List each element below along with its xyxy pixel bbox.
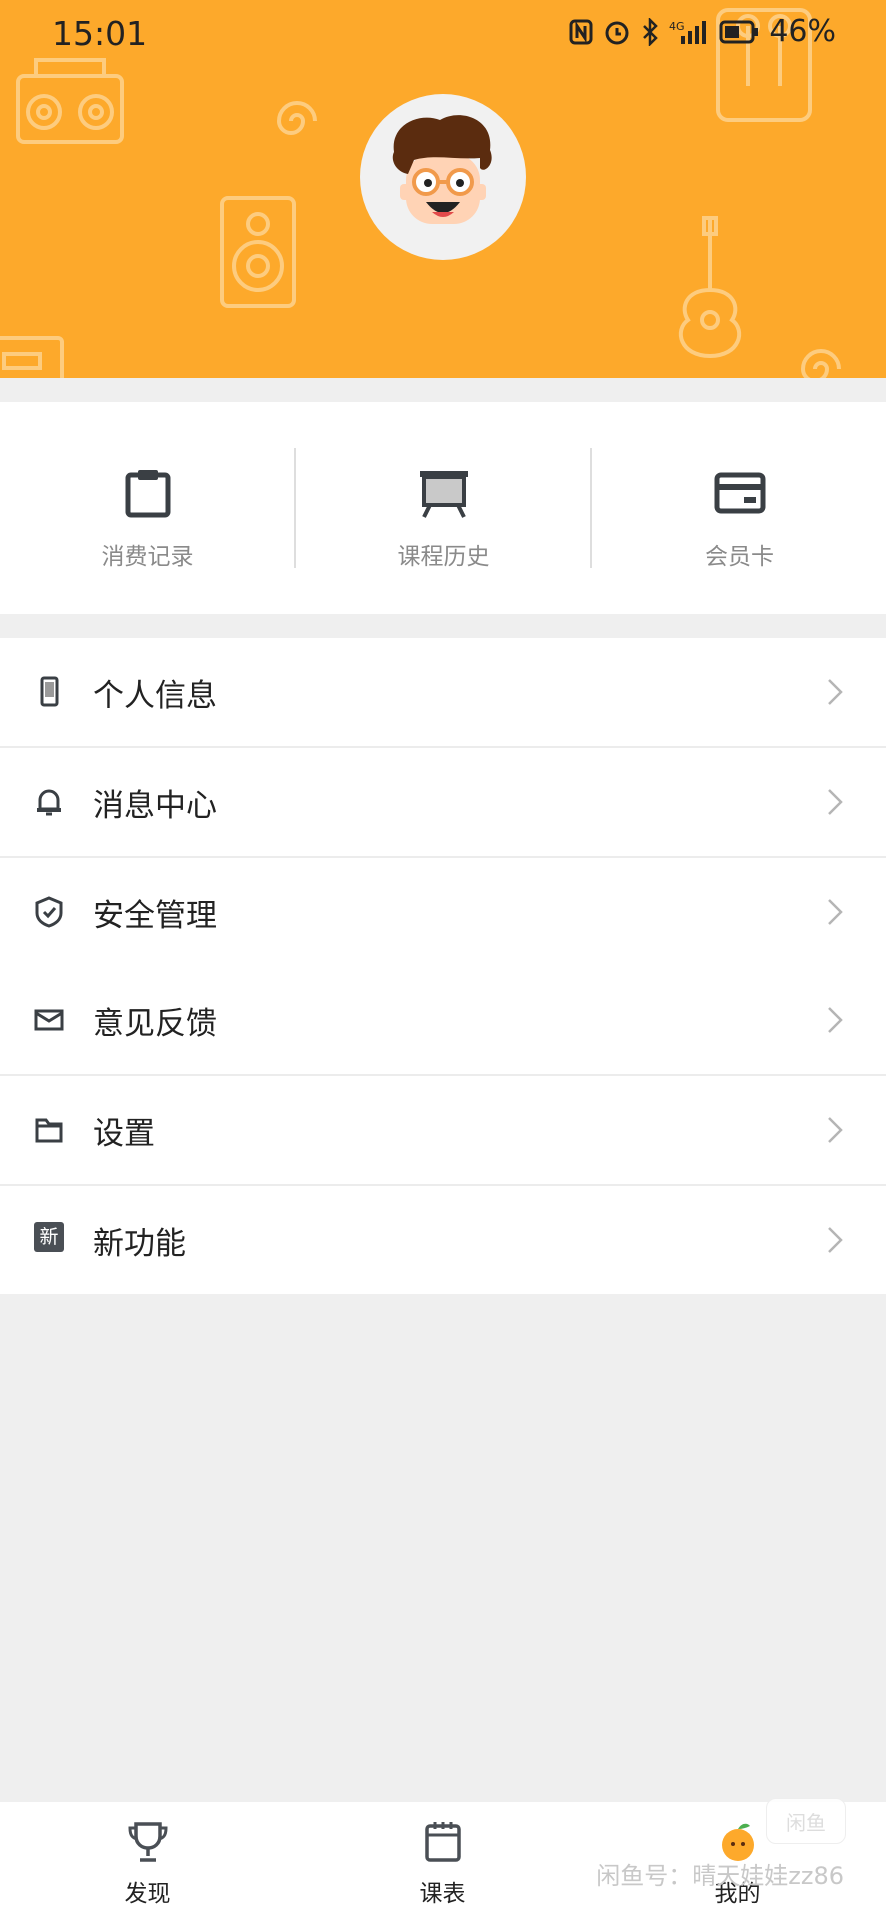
cartoon-avatar-icon <box>392 115 492 224</box>
battery-percent: 46% <box>769 14 836 49</box>
menu-label: 安全管理 <box>93 897 217 934</box>
menu-item-settings[interactable]: 设置 <box>0 1076 886 1186</box>
tab-label: 发现 <box>124 1881 171 1907</box>
signal-icon: 4G <box>669 20 707 44</box>
menu-item-personal-info[interactable]: 个人信息 <box>0 638 886 748</box>
chevron-right-icon <box>828 1227 843 1253</box>
chevron-right-icon <box>828 1007 843 1033</box>
quick-consumption-records[interactable]: 消费记录 <box>0 402 295 614</box>
tab-discover[interactable]: 发现 <box>0 1802 295 1920</box>
quick-label: 课程历史 <box>397 544 490 570</box>
tab-schedule[interactable]: 课表 <box>295 1802 590 1920</box>
envelope-icon <box>34 1009 64 1031</box>
bell-icon <box>37 789 61 816</box>
tab-label: 课表 <box>419 1881 466 1907</box>
watermark-text: 闲鱼号：晴天娃娃zz86 <box>596 1862 844 1890</box>
folder-icon <box>35 1118 63 1143</box>
quick-label: 消费记录 <box>101 544 194 570</box>
boombox-decoration-icon <box>16 58 124 144</box>
profile-header: 15:01 4G 46% <box>0 0 886 378</box>
status-bar: 15:01 4G 46% <box>0 0 886 64</box>
trophy-icon <box>127 1822 168 1862</box>
menu-group-account: 个人信息 消息中心 安全管理 <box>0 638 886 966</box>
menu-item-message-center[interactable]: 消息中心 <box>0 748 886 858</box>
chevron-right-icon <box>828 899 843 925</box>
clipboard-icon <box>125 470 170 518</box>
menu-label: 设置 <box>93 1115 155 1152</box>
quick-label: 会员卡 <box>705 544 774 570</box>
swirl-decoration-icon-2 <box>800 349 841 378</box>
presentation-board-icon <box>419 471 468 518</box>
cassette-decoration-icon <box>0 336 64 378</box>
watermark-badge: 闲鱼 <box>766 1798 846 1844</box>
menu-item-feedback[interactable]: 意见反馈 <box>0 966 886 1076</box>
battery-icon <box>719 20 759 43</box>
menu-label: 意见反馈 <box>93 1005 217 1042</box>
menu-label: 新功能 <box>93 1225 186 1262</box>
calendar-icon <box>424 1822 461 1862</box>
guitar-decoration-icon <box>678 216 742 359</box>
menu-item-security[interactable]: 安全管理 <box>0 858 886 966</box>
chevron-right-icon <box>828 679 843 705</box>
swirl-decoration-icon <box>276 101 317 135</box>
chevron-right-icon <box>828 789 843 815</box>
quick-actions: 消费记录 课程历史 会员卡 <box>0 402 886 614</box>
menu-label: 个人信息 <box>93 677 217 714</box>
menu-group-general: 意见反馈 设置 新 新功能 <box>0 966 886 1294</box>
new-badge-icon: 新 <box>34 1222 64 1252</box>
shield-icon <box>35 896 63 928</box>
svg-text:4G: 4G <box>669 20 685 33</box>
quick-course-history[interactable]: 课程历史 <box>296 402 591 614</box>
menu-label: 消息中心 <box>93 787 217 824</box>
status-time: 15:01 <box>52 14 148 53</box>
chevron-right-icon <box>828 1117 843 1143</box>
menu-item-new-features[interactable]: 新 新功能 <box>0 1186 886 1294</box>
phone-icon <box>40 676 59 707</box>
quick-membership-card[interactable]: 会员卡 <box>592 402 886 614</box>
nfc-icon <box>569 19 593 44</box>
avatar[interactable] <box>360 94 526 260</box>
bluetooth-icon <box>643 17 659 46</box>
speaker-decoration-icon <box>220 196 296 308</box>
status-indicators: 4G 46% <box>569 14 836 49</box>
alarm-icon <box>605 21 629 44</box>
card-icon <box>714 472 765 514</box>
